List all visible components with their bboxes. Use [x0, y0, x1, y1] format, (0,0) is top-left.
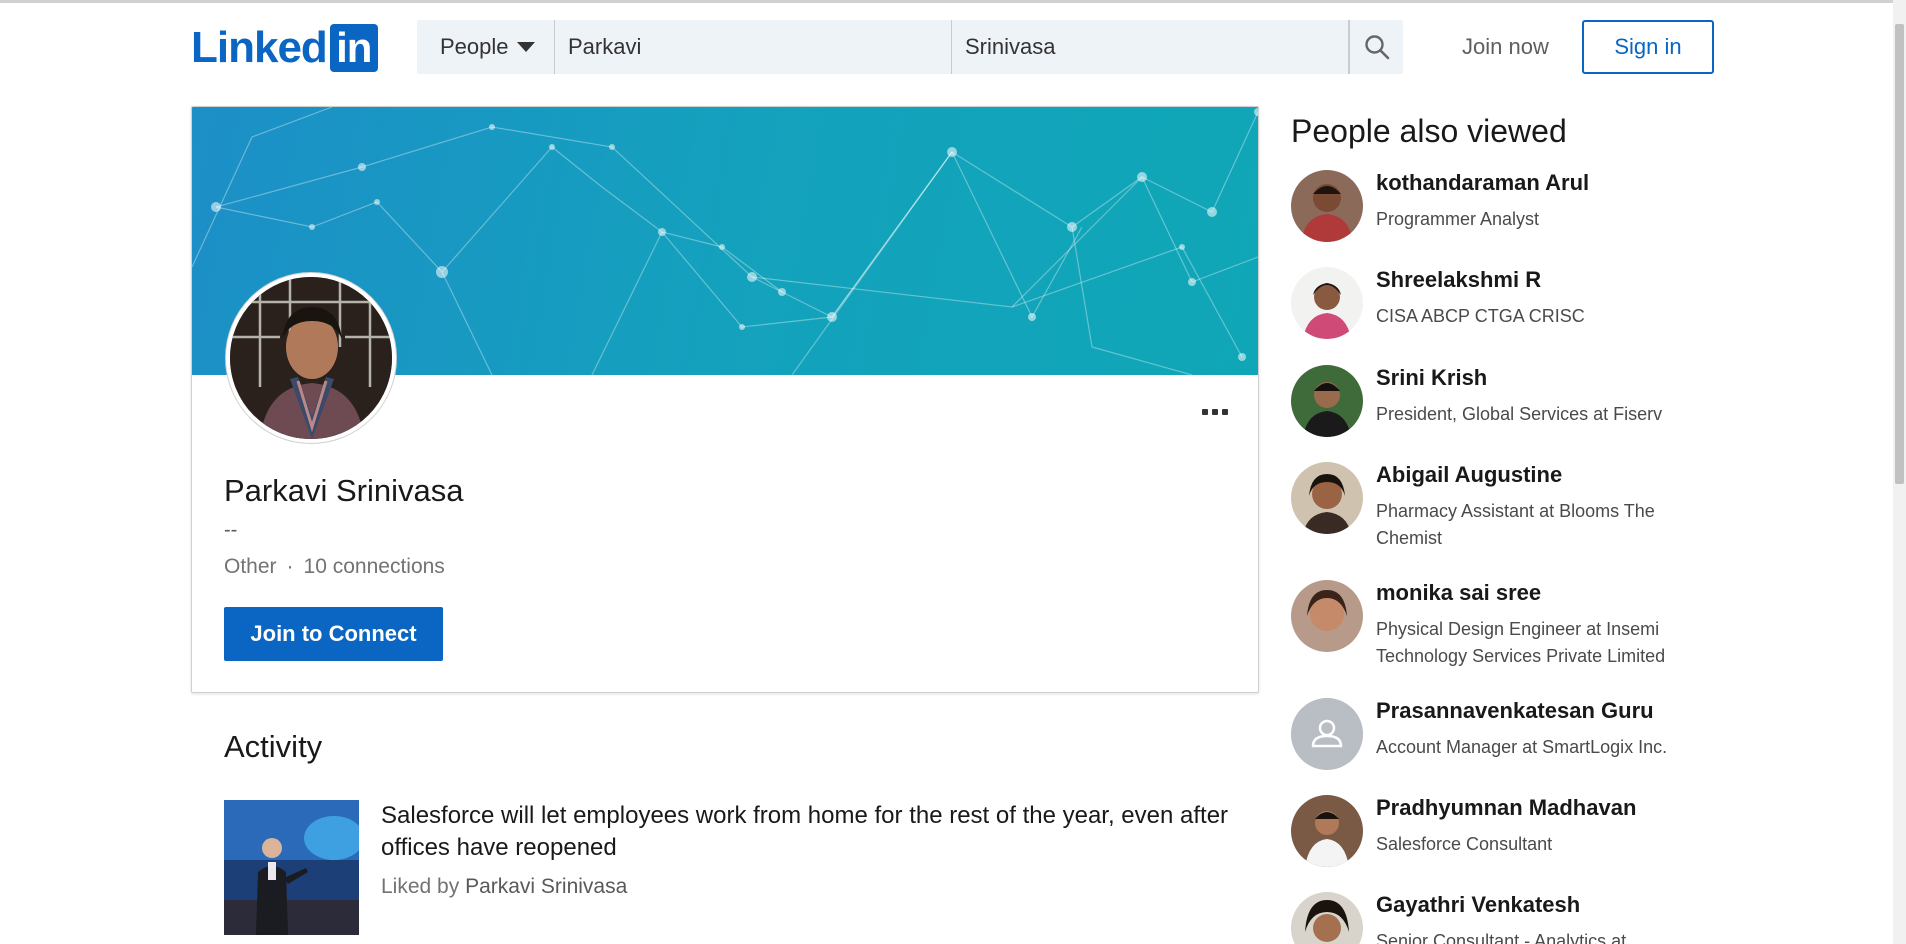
person-title: Account Manager at SmartLogix Inc.	[1376, 737, 1668, 757]
join-to-connect-button[interactable]: Join to Connect	[224, 607, 443, 661]
more-dots-icon	[1202, 409, 1208, 415]
person-name: Shreelakshmi R	[1376, 267, 1542, 292]
person-name: Pradhyumnan Madhavan	[1376, 795, 1637, 820]
search-button[interactable]	[1349, 20, 1403, 74]
profile-card: Parkavi Srinivasa -- Other · 10 connection…	[191, 106, 1259, 693]
activity-heading: Activity	[224, 729, 323, 764]
person-avatar	[1291, 892, 1363, 944]
separator-dot: ·	[286, 555, 294, 578]
person-name: Gayathri Venkatesh	[1376, 892, 1581, 917]
page-scrollbar[interactable]	[1893, 0, 1906, 944]
person-title: Physical Design Engineer at Insemi Techn…	[1376, 619, 1666, 666]
person-title: Salesforce Consultant	[1376, 834, 1553, 854]
liked-by-prefix: Liked by	[381, 875, 460, 898]
profile-location: Other	[224, 555, 277, 578]
person-title: President, Global Services at Fiserv	[1376, 404, 1663, 424]
search-icon	[1364, 35, 1389, 60]
search-type-label: People	[440, 34, 509, 59]
person-avatar	[1291, 795, 1363, 867]
sign-in-button[interactable]: Sign in	[1582, 20, 1714, 74]
people-also-viewed-item[interactable]: Gayathri Venkatesh Senior Consultant - A…	[1291, 892, 1741, 944]
profile-headline: --	[224, 519, 238, 541]
more-actions-button[interactable]	[1195, 397, 1235, 427]
person-name: kothandaraman Arul	[1376, 170, 1590, 195]
person-name: Srini Krish	[1376, 365, 1488, 390]
person-avatar	[1291, 462, 1363, 534]
person-name: Abigail Augustine	[1376, 462, 1563, 487]
activity-liked-by: Liked by Parkavi Srinivasa	[381, 875, 627, 899]
profile-photo-image	[230, 277, 392, 439]
person-name: monika sai sree	[1376, 580, 1542, 605]
person-avatar	[1291, 365, 1363, 437]
last-name-input[interactable]: Srinivasa	[952, 20, 1349, 74]
person-title: CISA ABCP CTGA CRISC	[1376, 306, 1585, 326]
people-also-viewed-heading: People also viewed	[1291, 113, 1567, 149]
scrollbar-thumb[interactable]	[1895, 24, 1904, 484]
person-name: Prasannavenkatesan Guru	[1376, 698, 1654, 723]
person-avatar	[1291, 698, 1363, 770]
liked-by-name[interactable]: Parkavi Srinivasa	[465, 875, 627, 898]
join-now-link[interactable]: Join now	[1462, 20, 1549, 74]
person-title: Programmer Analyst	[1376, 209, 1540, 229]
first-name-input[interactable]: Parkavi	[555, 20, 952, 74]
activity-thumbnail[interactable]	[224, 800, 359, 935]
person-avatar	[1291, 580, 1363, 652]
profile-meta: Other · 10 connections	[224, 555, 445, 579]
top-navigation: Linked in People Parkavi Srinivasa Join …	[0, 3, 1906, 93]
people-search-bar: People Parkavi Srinivasa	[417, 20, 1403, 74]
activity-post-title[interactable]: Salesforce will let employees work from …	[381, 800, 1241, 864]
default-person-icon	[1291, 698, 1363, 770]
person-title: Pharmacy Assistant at Blooms The Chemist	[1376, 501, 1655, 548]
search-type-dropdown[interactable]: People	[417, 20, 555, 74]
person-title: Senior Consultant - Analytics at	[1376, 931, 1627, 944]
linkedin-logo[interactable]: Linked in	[191, 24, 378, 72]
profile-name: Parkavi Srinivasa	[224, 473, 464, 508]
person-avatar	[1291, 170, 1363, 242]
profile-photo	[226, 273, 396, 443]
profile-connections: 10 connections	[303, 555, 445, 578]
caret-down-icon	[516, 42, 535, 52]
activity-image	[224, 800, 359, 935]
person-avatar	[1291, 267, 1363, 339]
